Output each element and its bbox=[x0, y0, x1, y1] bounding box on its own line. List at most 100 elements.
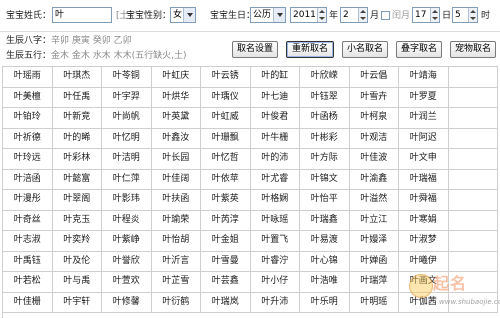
name-cell[interactable]: 叶的缸 bbox=[250, 67, 300, 88]
name-cell[interactable]: 叶立江 bbox=[349, 210, 399, 231]
name-cell[interactable]: 叶忆明 bbox=[102, 128, 152, 149]
name-cell[interactable]: 叶珊飘 bbox=[201, 128, 251, 149]
day-stepper[interactable]: 17 bbox=[412, 7, 440, 23]
name-cell[interactable]: 叶金姐 bbox=[201, 231, 251, 252]
name-cell[interactable]: 叶的沛 bbox=[250, 149, 300, 170]
name-cell[interactable]: 叶翠阁 bbox=[52, 190, 102, 211]
name-cell[interactable]: 叶靖海 bbox=[399, 67, 449, 88]
name-cell[interactable]: 叶芷雪 bbox=[151, 272, 201, 293]
name-cell[interactable]: 叶七迪 bbox=[250, 87, 300, 108]
name-cell[interactable]: 叶琪杰 bbox=[52, 67, 102, 88]
name-cell[interactable]: 叶函杨 bbox=[300, 108, 350, 129]
name-cell[interactable]: 叶铂玲 bbox=[3, 108, 53, 129]
name-cell[interactable]: 叶舜福 bbox=[399, 190, 449, 211]
name-cell[interactable]: 叶雪曼 bbox=[201, 251, 251, 272]
name-cell[interactable]: 叶美檀 bbox=[3, 87, 53, 108]
spin-up-icon[interactable] bbox=[470, 10, 476, 13]
hour-stepper[interactable]: 5 bbox=[452, 7, 478, 23]
name-cell[interactable]: 叶置飞 bbox=[250, 231, 300, 252]
double-char-name-button[interactable]: 叠字取名 bbox=[396, 41, 442, 58]
name-cell[interactable]: 叶涪函 bbox=[3, 169, 53, 190]
name-cell[interactable]: 叶洁明 bbox=[102, 149, 152, 170]
name-cell[interactable]: 叶克玉 bbox=[52, 210, 102, 231]
name-cell[interactable]: 叶欣嵘 bbox=[300, 67, 350, 88]
name-cell[interactable]: 叶钰翠 bbox=[300, 87, 350, 108]
name-cell[interactable]: 叶程炎 bbox=[102, 210, 152, 231]
month-stepper[interactable]: 2 bbox=[340, 7, 368, 23]
name-cell[interactable]: 叶影玮 bbox=[102, 190, 152, 211]
name-cell[interactable]: 叶柯泉 bbox=[349, 108, 399, 129]
name-cell[interactable]: 叶瑀仪 bbox=[201, 87, 251, 108]
name-cell[interactable]: 叶格娴 bbox=[250, 190, 300, 211]
name-cell[interactable]: 叶嫚泽 bbox=[349, 231, 399, 252]
name-cell[interactable]: 叶宇羿 bbox=[102, 87, 152, 108]
name-cell[interactable]: 叶乐明 bbox=[300, 292, 350, 313]
name-cell[interactable]: 叶懿富 bbox=[52, 169, 102, 190]
name-cell[interactable]: 叶瑞鑫 bbox=[300, 210, 350, 231]
name-cell[interactable]: 叶俊君 bbox=[250, 108, 300, 129]
nickname-button[interactable]: 小名取名 bbox=[342, 41, 388, 58]
spin-up-icon[interactable] bbox=[360, 10, 366, 13]
rename-button[interactable]: 重新取名 bbox=[286, 41, 334, 58]
name-cell[interactable]: 叶锦文 bbox=[300, 169, 350, 190]
name-cell[interactable]: 叶瑞萍 bbox=[349, 272, 399, 293]
name-cell[interactable]: 叶渝鑫 bbox=[349, 169, 399, 190]
name-cell[interactable]: 叶禹钰 bbox=[3, 251, 53, 272]
name-cell[interactable]: 叶睿泞 bbox=[250, 251, 300, 272]
spin-down-icon[interactable] bbox=[360, 17, 366, 20]
name-cell[interactable]: 叶彩林 bbox=[52, 149, 102, 170]
name-cell[interactable]: 叶明瑶 bbox=[349, 292, 399, 313]
name-cell[interactable]: 叶云倡 bbox=[349, 67, 399, 88]
name-cell[interactable]: 叶萱欢 bbox=[102, 272, 152, 293]
name-cell[interactable]: 叶画文 bbox=[399, 272, 449, 293]
name-cell[interactable]: 叶紫峥 bbox=[102, 231, 152, 252]
name-cell[interactable]: 叶心锦 bbox=[300, 251, 350, 272]
name-cell[interactable]: 叶雪卉 bbox=[349, 87, 399, 108]
name-cell[interactable]: 叶志淑 bbox=[3, 231, 53, 252]
name-cell[interactable]: 叶若松 bbox=[3, 272, 53, 293]
name-cell[interactable]: 叶小仔 bbox=[250, 272, 300, 293]
name-cell[interactable]: 叶扶函 bbox=[151, 190, 201, 211]
name-cell[interactable]: 叶漫彤 bbox=[3, 190, 53, 211]
name-cell[interactable]: 叶及伦 bbox=[52, 251, 102, 272]
name-cell[interactable]: 叶誉欣 bbox=[102, 251, 152, 272]
name-cell[interactable]: 叶瑞福 bbox=[399, 169, 449, 190]
spin-up-icon[interactable] bbox=[319, 10, 325, 13]
name-cell[interactable]: 叶怡平 bbox=[300, 190, 350, 211]
name-cell[interactable]: 叶寒娟 bbox=[399, 210, 449, 231]
name-cell[interactable]: 叶奕羚 bbox=[52, 231, 102, 252]
name-cell[interactable]: 叶宇轩 bbox=[52, 292, 102, 313]
spin-down-icon[interactable] bbox=[470, 17, 476, 20]
name-cell[interactable]: 叶佳阔 bbox=[151, 169, 201, 190]
name-cell[interactable]: 叶佳波 bbox=[349, 149, 399, 170]
name-cell[interactable]: 叶咏瑶 bbox=[250, 210, 300, 231]
spin-down-icon[interactable] bbox=[319, 17, 325, 20]
name-cell[interactable]: 叶仁萍 bbox=[102, 169, 152, 190]
name-cell[interactable]: 叶瑞岚 bbox=[201, 292, 251, 313]
name-cell[interactable]: 叶瑶雨 bbox=[3, 67, 53, 88]
name-cell[interactable]: 叶淑梦 bbox=[399, 231, 449, 252]
spin-up-icon[interactable] bbox=[432, 10, 438, 13]
name-cell[interactable]: 叶衍鹤 bbox=[151, 292, 201, 313]
name-cell[interactable]: 叶任禹 bbox=[52, 87, 102, 108]
name-cell[interactable]: 叶虹威 bbox=[201, 108, 251, 129]
name-cell[interactable]: 叶浩唯 bbox=[300, 272, 350, 293]
name-cell[interactable]: 叶英黛 bbox=[151, 108, 201, 129]
name-cell[interactable]: 叶牛栅 bbox=[250, 128, 300, 149]
name-cell[interactable]: 叶尚帆 bbox=[102, 108, 152, 129]
name-cell[interactable]: 叶易渡 bbox=[300, 231, 350, 252]
name-cell[interactable]: 叶鑫汝 bbox=[151, 128, 201, 149]
name-cell[interactable]: 叶祈德 bbox=[3, 128, 53, 149]
name-cell[interactable]: 叶新竞 bbox=[52, 108, 102, 129]
name-cell[interactable]: 叶瑜荣 bbox=[151, 210, 201, 231]
name-cell[interactable]: 叶文申 bbox=[399, 149, 449, 170]
year-stepper[interactable]: 2011 bbox=[290, 7, 327, 23]
name-cell[interactable]: 叶苓铜 bbox=[102, 67, 152, 88]
name-cell[interactable]: 叶长园 bbox=[151, 149, 201, 170]
name-cell[interactable]: 叶观洁 bbox=[349, 128, 399, 149]
name-cell[interactable]: 叶云锈 bbox=[201, 67, 251, 88]
pet-name-button[interactable]: 宠物取名 bbox=[450, 41, 496, 58]
name-cell[interactable]: 叶升沛 bbox=[250, 292, 300, 313]
leap-month-checkbox[interactable] bbox=[381, 11, 390, 20]
name-cell[interactable]: 叶尤睿 bbox=[250, 169, 300, 190]
